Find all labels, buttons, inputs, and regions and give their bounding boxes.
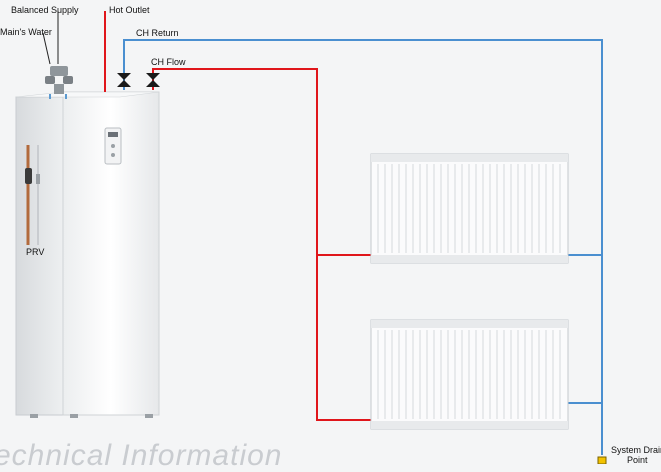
balanced-supply-label: Balanced Supply bbox=[11, 5, 79, 15]
hot-outlet-label: Hot Outlet bbox=[109, 5, 150, 15]
radiator-upper bbox=[370, 153, 569, 264]
ch-flow-pipe bbox=[152, 68, 375, 421]
control-panel bbox=[104, 127, 122, 165]
drain-point-marker bbox=[597, 456, 607, 464]
radiator-lower bbox=[370, 319, 569, 430]
ch-return-valve bbox=[117, 73, 131, 87]
system-drain-point-label: Point bbox=[627, 455, 648, 465]
technical-information-heading: echnical Information bbox=[0, 439, 283, 472]
mains-water-label: Main's Water bbox=[0, 27, 52, 37]
prv-label: PRV bbox=[26, 247, 45, 257]
ch-return-label: CH Return bbox=[136, 28, 179, 38]
ch-flow-valve bbox=[146, 73, 160, 87]
heating-system-diagram bbox=[15, 11, 607, 464]
ch-flow-label: CH Flow bbox=[151, 57, 186, 67]
